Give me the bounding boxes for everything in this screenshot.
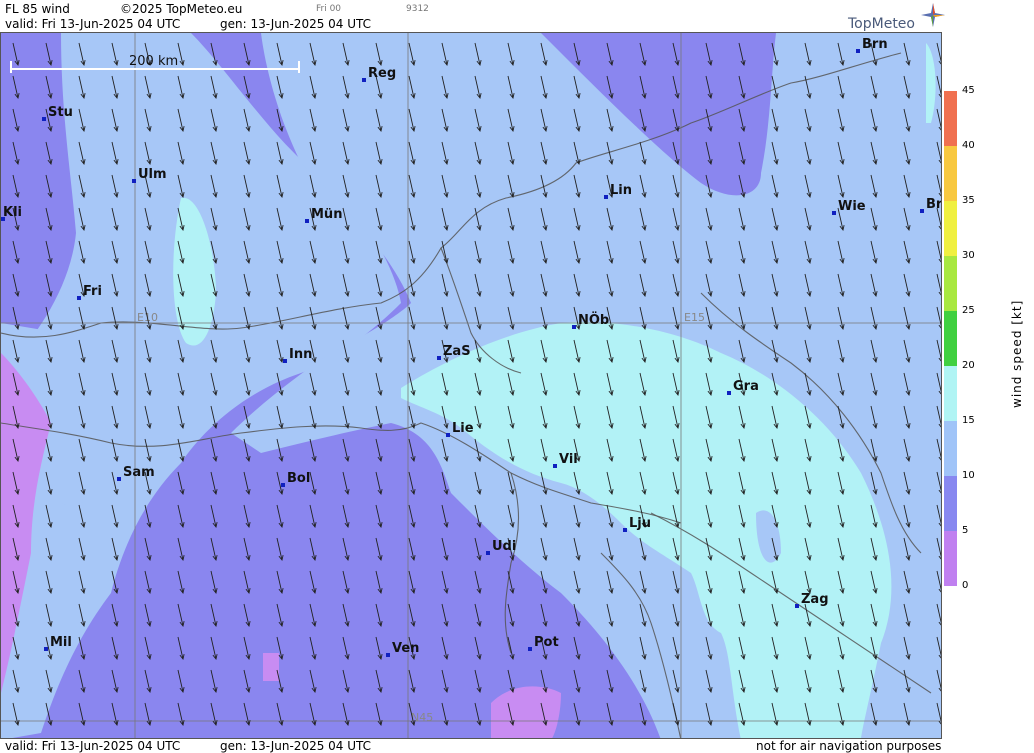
city-marker [623,528,627,532]
copyright: ©2025 TopMeteo.eu [120,2,243,16]
city-marker [553,464,557,468]
legend-tick-label: 10 [962,470,975,481]
run-label: Fri 00 [316,4,342,14]
city-label: Ulm [138,167,167,182]
run-code: 9312 [406,4,429,14]
legend-band [944,91,957,146]
city-label: Fri [83,284,102,299]
legend-tick-label: 20 [962,360,975,371]
legend-color-bar [944,91,957,586]
city-marker [117,477,121,481]
legend-tick-label: 5 [962,525,969,536]
legend-tick-label: 45 [962,85,975,96]
city-label: Gra [733,379,759,394]
city-label: Stu [48,105,73,120]
logo-text: TopMeteo [848,16,915,32]
city-label: Wie [838,199,866,214]
city-marker [486,551,490,555]
legend-band [944,531,957,586]
city-label: Pot [534,635,559,650]
city-label: Reg [368,66,396,81]
city-marker [446,433,450,437]
footer-generated-time: gen: 13-Jun-2025 04 UTC [220,739,372,753]
city-label: Zag [801,592,829,607]
city-label: Lin [610,183,632,198]
legend-tick-label: 40 [962,140,975,151]
legend-band [944,146,957,201]
legend-band [944,256,957,311]
city-marker [437,356,441,360]
legend-band [944,421,957,476]
city-label: Mün [311,207,342,222]
city-marker [572,325,576,329]
city-marker [305,219,309,223]
legend-tick-label: 25 [962,305,975,316]
city-marker [832,211,836,215]
legend-tick-label: 0 [962,580,969,591]
compass-star-icon [921,3,945,27]
wind-map[interactable]: E10 E15 N45 200 km Stu Reg Brn Ulm Kli Mün Lin… [0,32,942,739]
city-marker [44,647,48,651]
city-label: Br [926,197,942,212]
city-label: Lie [452,421,474,436]
city-label: Inn [289,347,312,362]
city-label: Udi [492,539,516,554]
city-marker [856,49,860,53]
city-label: Lju [629,516,651,531]
city-marker [281,483,285,487]
grid-label-e15: E15 [684,311,705,324]
city-label: Ven [392,641,419,656]
city-label: Kli [3,205,22,220]
legend-band [944,311,957,366]
legend-band [944,201,957,256]
legend-band [944,476,957,531]
disclaimer: not for air navigation purposes [756,739,942,753]
legend-tick-label: 30 [962,250,975,261]
footer-valid-time: valid: Fri 13-Jun-2025 04 UTC [5,739,181,753]
city-marker [604,195,608,199]
city-label: Mil [50,635,72,650]
city-marker [132,179,136,183]
city-marker [77,296,81,300]
generated-time: gen: 13-Jun-2025 04 UTC [220,17,372,31]
city-marker [283,359,287,363]
city-marker [386,653,390,657]
city-marker [528,647,532,651]
city-marker [727,391,731,395]
city-marker [920,209,924,213]
city-label: ZaS [443,344,471,359]
legend-band [944,366,957,421]
city-label: Brn [862,37,888,52]
city-label: Bol [287,471,310,486]
city-label: Vil [559,452,578,467]
city-marker [795,604,799,608]
valid-time: valid: Fri 13-Jun-2025 04 UTC [5,17,181,31]
legend-tick-label: 35 [962,195,975,206]
city-marker [362,78,366,82]
scale-bar-label: 200 km [129,54,178,69]
product-title: FL 85 wind [5,2,70,16]
wind-area-0-5kt-small [263,653,279,681]
topmeteo-logo: TopMeteo [848,2,945,32]
city-marker [42,117,46,121]
legend-tick-label: 15 [962,415,975,426]
city-label: NÖb [578,312,609,328]
legend-title: wind speed [kt] [1010,299,1024,408]
city-label: Sam [123,465,155,480]
